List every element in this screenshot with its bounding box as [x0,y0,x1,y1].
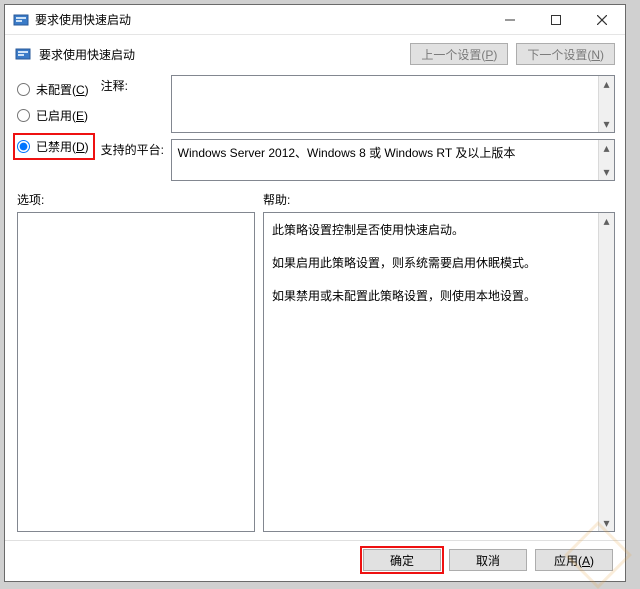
highlight-disabled: 已禁用(D) [13,133,95,160]
radio-not-configured-input[interactable] [17,83,30,96]
options-panel [17,212,255,532]
dialog-window: 要求使用快速启动 要求使用快速启动 上一个设置(P) 下一个设置(N) 未配置(… [4,4,626,582]
titlebar: 要求使用快速启动 [5,5,625,35]
window-title: 要求使用快速启动 [35,11,131,28]
maximize-button[interactable] [533,5,579,35]
radio-disabled[interactable]: 已禁用(D) [17,138,89,155]
help-paragraph: 如果禁用或未配置此策略设置，则使用本地设置。 [272,285,594,308]
scroll-down-icon[interactable]: ▾ [599,164,614,180]
cancel-button-label: 取消 [476,552,500,569]
platform-label: 支持的平台: [101,139,165,158]
policy-icon [15,46,31,62]
scroll-up-icon[interactable]: ▴ [599,213,614,229]
ok-button-label: 确定 [390,552,414,569]
cancel-button[interactable]: 取消 [449,549,527,571]
comment-row: 注释: ▴ ▾ [101,75,615,133]
comment-scrollbar[interactable]: ▴ ▾ [598,76,614,132]
help-paragraph: 如果启用此策略设置，则系统需要启用休眠模式。 [272,252,594,275]
help-label: 帮助: [263,191,613,208]
next-setting-button[interactable]: 下一个设置(N) [516,43,615,65]
apply-button[interactable]: 应用(A) [535,549,613,571]
radio-enabled-input[interactable] [17,109,30,122]
button-row: 确定 取消 应用(A) [5,540,625,581]
header-strip: 要求使用快速启动 上一个设置(P) 下一个设置(N) [5,35,625,73]
radio-disabled-input[interactable] [17,140,30,153]
help-scrollbar[interactable]: ▴ ▾ [598,213,614,531]
app-icon [13,12,29,28]
comment-textarea[interactable]: ▴ ▾ [171,75,615,133]
scroll-up-icon[interactable]: ▴ [599,76,614,92]
comment-label: 注释: [101,75,165,94]
scroll-track[interactable] [599,229,614,515]
config-area: 未配置(C) 已启用(E) 已禁用(D) 注释: ▴ [5,73,625,181]
options-label: 选项: [17,191,263,208]
panels: 此策略设置控制是否使用快速启动。 如果启用此策略设置，则系统需要启用休眠模式。 … [5,212,625,540]
radio-not-configured[interactable]: 未配置(C) [17,81,95,98]
minimize-button[interactable] [487,5,533,35]
platform-row: 支持的平台: Windows Server 2012、Windows 8 或 W… [101,139,615,181]
policy-title: 要求使用快速启动 [39,46,135,63]
radio-enabled[interactable]: 已启用(E) [17,107,95,124]
help-paragraph: 此策略设置控制是否使用快速启动。 [272,219,594,242]
close-button[interactable] [579,5,625,35]
scroll-up-icon[interactable]: ▴ [599,140,614,156]
section-labels: 选项: 帮助: [5,181,625,212]
scroll-down-icon[interactable]: ▾ [599,515,614,531]
scroll-track[interactable] [599,156,614,164]
ok-button[interactable]: 确定 [363,549,441,571]
scroll-down-icon[interactable]: ▾ [599,116,614,132]
radio-group: 未配置(C) 已启用(E) 已禁用(D) [17,75,95,181]
platform-scrollbar[interactable]: ▴ ▾ [598,140,614,180]
platform-value: Windows Server 2012、Windows 8 或 Windows … [178,146,516,160]
fields-column: 注释: ▴ ▾ 支持的平台: Windows Server 2012、Windo… [101,75,615,181]
help-panel: 此策略设置控制是否使用快速启动。 如果启用此策略设置，则系统需要启用休眠模式。 … [263,212,615,532]
previous-setting-button[interactable]: 上一个设置(P) [410,43,508,65]
platform-box: Windows Server 2012、Windows 8 或 Windows … [171,139,615,181]
scroll-track[interactable] [599,92,614,116]
